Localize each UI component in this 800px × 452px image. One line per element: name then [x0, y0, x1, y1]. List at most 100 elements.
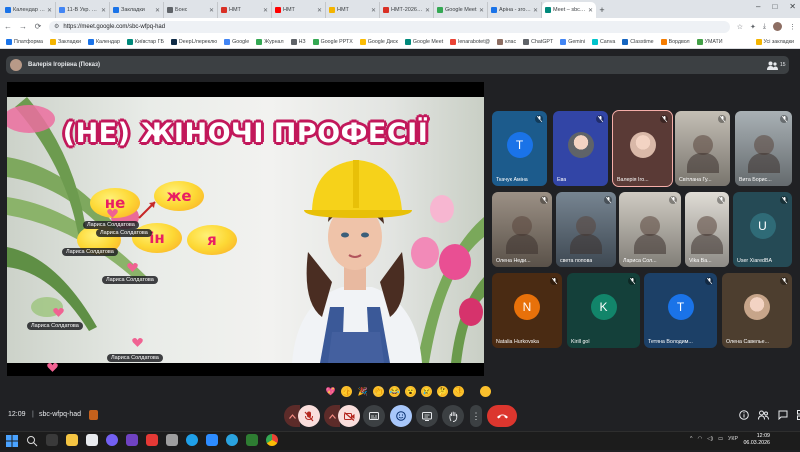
bookmark-item[interactable]: Платформа — [6, 39, 43, 45]
bookmark-item[interactable]: Закладки — [50, 39, 81, 45]
browser-tab[interactable]: 11-В Укр. мова ✕ — [56, 2, 110, 18]
url-input[interactable]: ⚙ https://meet.google.com/sbc-wfpq-had — [49, 21, 730, 33]
bookmark-item[interactable]: Календар — [88, 39, 120, 45]
thinking-emoji-button[interactable]: 🤔 — [437, 386, 448, 397]
meeting-info-badge[interactable] — [89, 410, 98, 420]
star-icon[interactable]: ☆ — [737, 23, 743, 31]
reload-icon[interactable]: ⟳ — [34, 22, 42, 31]
maximize-icon[interactable]: □ — [772, 2, 777, 11]
participant-tile[interactable]: Ева — [553, 111, 608, 186]
telegram-icon[interactable] — [226, 434, 238, 446]
battery-icon[interactable]: ▭ — [718, 436, 723, 442]
participant-tile[interactable]: TТетяна Володим... — [644, 273, 717, 348]
sad-emoji-button[interactable]: 😢 — [421, 386, 432, 397]
bookmark-item[interactable]: Google Meet — [405, 39, 443, 45]
bookmark-item[interactable]: Google Диск — [360, 39, 398, 45]
bookmark-item[interactable]: Google РРТХ — [313, 39, 353, 45]
surprised-emoji-button[interactable]: 😮 — [405, 386, 416, 397]
menu-icon[interactable]: ⋮ — [789, 23, 796, 31]
bookmark-item[interactable]: Журнал — [256, 39, 283, 45]
bookmark-item[interactable]: lenarabotet@ — [450, 39, 490, 45]
participant-tile[interactable]: Світлана Гу... — [675, 111, 730, 186]
meeting-details-icon[interactable] — [739, 410, 749, 420]
viber-icon[interactable] — [106, 434, 118, 446]
calendar-app-icon[interactable] — [86, 434, 98, 446]
tray-arrow-icon[interactable]: ^ — [690, 436, 693, 442]
bookmark-item[interactable]: Gemini — [560, 39, 585, 45]
bookmark-item[interactable]: НЗ — [291, 39, 306, 45]
tab-close-icon[interactable]: ✕ — [263, 7, 268, 14]
browser-tab[interactable]: НМТ ✕ — [272, 2, 326, 18]
site-info-icon[interactable]: ⚙ — [54, 23, 59, 30]
back-icon[interactable]: ← — [4, 22, 12, 31]
tab-close-icon[interactable]: ✕ — [533, 7, 538, 14]
bookmark-item[interactable]: DeepL/переклю — [171, 39, 217, 45]
volume-icon[interactable]: ◁) — [707, 436, 713, 442]
forward-icon[interactable]: → — [19, 22, 27, 31]
windows-start-icon[interactable] — [6, 434, 18, 446]
tab-close-icon[interactable]: ✕ — [317, 7, 322, 14]
participant-tile[interactable]: TТкачук Аміна — [492, 111, 547, 186]
reactions-button[interactable] — [390, 405, 412, 427]
participant-tile[interactable]: Валерія Іго... — [613, 111, 672, 186]
browser-tab[interactable]: Аріна - згор з уро ✕ — [488, 2, 542, 18]
browser-tab[interactable]: Календар Google ✕ — [2, 2, 56, 18]
clap-emoji-button[interactable]: 👏 — [373, 386, 384, 397]
participant-tile[interactable]: UUser XiaredBA — [733, 192, 792, 267]
zoom-icon[interactable] — [206, 434, 218, 446]
all-bookmarks-button[interactable]: Усі закладки — [756, 39, 794, 45]
raise-hand-button[interactable] — [442, 405, 464, 427]
chat-icon[interactable] — [778, 410, 788, 420]
thumbs-up-emoji-button[interactable]: 👍 — [341, 386, 352, 397]
party-emoji-button[interactable]: 🎉 — [357, 386, 368, 397]
presentation-stage[interactable]: (НЕ) ЖІНОЧІ ПРОФЕСІЇ не же ін я Лариса С… — [7, 82, 484, 376]
tab-close-icon[interactable]: ✕ — [47, 7, 52, 14]
close-window-icon[interactable]: ✕ — [789, 2, 796, 11]
bookmark-item[interactable]: Canva — [592, 39, 615, 45]
leave-call-button[interactable] — [487, 405, 517, 427]
bookmark-item[interactable]: Вордвол — [661, 39, 690, 45]
thumbs-down-emoji-button[interactable]: 👎 — [453, 386, 464, 397]
heart-emoji-button[interactable]: 💖 — [325, 386, 336, 397]
tab-close-icon[interactable]: ✕ — [209, 7, 214, 14]
browser-tab[interactable]: НМТ ✕ — [218, 2, 272, 18]
camera-toggle-button[interactable] — [338, 405, 360, 427]
tab-close-icon[interactable]: ✕ — [425, 7, 430, 14]
minimize-icon[interactable]: – — [756, 2, 760, 11]
participant-tile[interactable]: Лариса Сол... — [619, 192, 681, 267]
bookmark-item[interactable]: Київстар ГБ — [127, 39, 164, 45]
app-icon[interactable] — [166, 434, 178, 446]
app-icon[interactable] — [246, 434, 258, 446]
tab-close-icon[interactable]: ✕ — [588, 7, 593, 14]
more-options-button[interactable]: ⋮ — [470, 405, 482, 427]
app-icon[interactable] — [126, 434, 138, 446]
participant-tile[interactable]: Вита Борис... — [735, 111, 792, 186]
tab-close-icon[interactable]: ✕ — [155, 7, 160, 14]
participant-tile[interactable]: NNatalia Hurkovska — [492, 273, 562, 348]
app-icon[interactable] — [146, 434, 158, 446]
laugh-emoji-button[interactable]: 😂 — [389, 386, 400, 397]
browser-tab[interactable]: Google Meet ✕ — [434, 2, 488, 18]
task-view-icon[interactable] — [46, 434, 58, 446]
browser-tab[interactable]: Meet – sbc-wfpq ✕ — [542, 2, 596, 18]
captions-button[interactable] — [363, 405, 385, 427]
people-button[interactable]: 15 — [767, 57, 793, 73]
tab-close-icon[interactable]: ✕ — [479, 7, 484, 14]
participant-tile[interactable]: света попова — [556, 192, 616, 267]
file-explorer-icon[interactable] — [66, 434, 78, 446]
network-icon[interactable]: ◠ — [698, 436, 703, 442]
participant-tile[interactable]: Олена Савелье... — [722, 273, 792, 348]
participant-tile[interactable]: Олена Неди... — [492, 192, 552, 267]
browser-tab[interactable]: НМТ-2026_04.03.2 ✕ — [380, 2, 434, 18]
search-icon[interactable] — [26, 434, 38, 446]
bookmark-item[interactable]: Google — [224, 39, 249, 45]
participant-tile[interactable]: Vika Ba... — [685, 192, 729, 267]
bookmark-item[interactable]: Classtime — [622, 39, 653, 45]
taskbar-clock[interactable]: 12:09 06.03.2026 — [743, 433, 770, 447]
bookmark-item[interactable]: клас — [497, 39, 516, 45]
browser-tab[interactable]: Закладки ✕ — [110, 2, 164, 18]
language-indicator[interactable]: УКР — [728, 436, 738, 442]
edge-icon[interactable] — [186, 434, 198, 446]
bookmark-item[interactable]: ChatGPT — [523, 39, 553, 45]
download-icon[interactable]: ⤓ — [763, 23, 766, 31]
